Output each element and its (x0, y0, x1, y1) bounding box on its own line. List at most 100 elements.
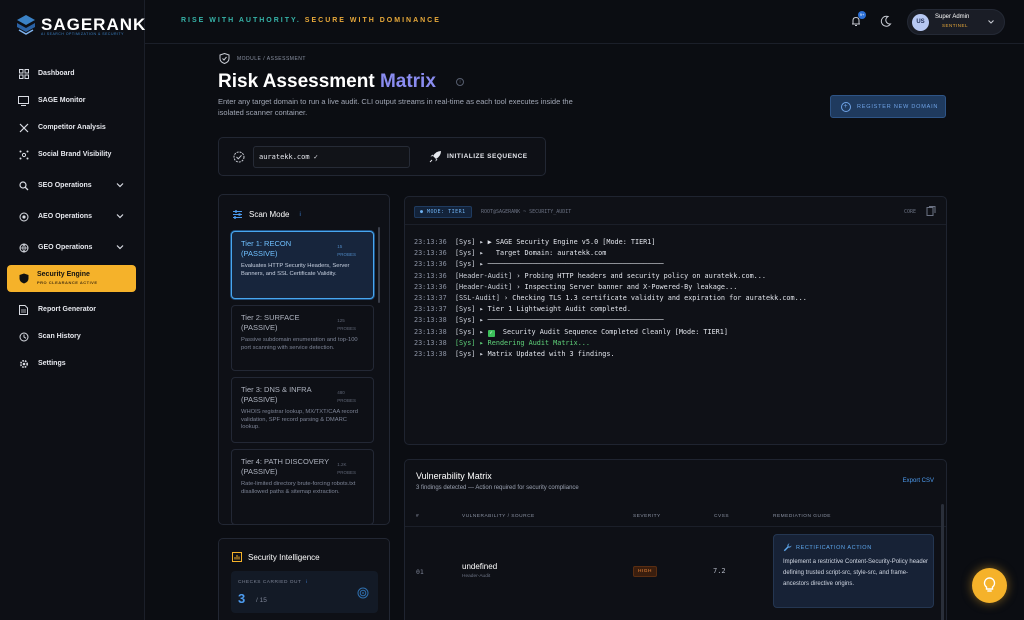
remediation-text: Implement a restrictive Content-Security… (783, 559, 929, 587)
log-message: Matrix Updated with 3 findings. (483, 350, 615, 359)
column-header-severity: SEVERITY (633, 514, 661, 519)
checks-total: / 15 (256, 597, 267, 604)
chevron-down-icon[interactable] (115, 242, 125, 252)
terminal-header: ● MODE: TIER1 ROOT@SAGERANK ~ SECURITY_A… (405, 197, 946, 225)
assistant-button[interactable] (972, 568, 1007, 603)
tagline-part-1: RISE WITH AUTHORITY. (181, 17, 305, 24)
sidebar-item-geo-operations[interactable]: GEO Operations (0, 234, 145, 261)
column-header-vulnerability: VULNERABILITY / SOURCE (462, 514, 535, 519)
tier-description: Evaluates HTTP Security Headers, Server … (241, 263, 350, 277)
vulnerability-name: undefined (462, 562, 498, 571)
remediation-title: RECTIFICATION ACTION (796, 544, 872, 551)
chevron-down-icon (988, 20, 994, 24)
log-timestamp: 23:13:36 (414, 271, 447, 280)
tier-description: Passive subdomain enumeration and top-10… (241, 337, 358, 351)
tier-probes-label: PROBES (337, 470, 356, 475)
log-timestamp: 23:13:36 (414, 282, 447, 291)
terminal-line: 23:13:36 [Sys] ▸ ▶ SAGE Security Engine … (414, 237, 807, 248)
tier-probes-count: 125 (337, 318, 345, 323)
security-intelligence-panel: Security Intelligence CHECKS CARRIED OUT… (218, 538, 390, 620)
sidebar-item-sage-monitor[interactable]: SAGE Monitor (0, 87, 145, 114)
log-source: [Sys] ▸ (454, 327, 484, 336)
log-timestamp: 23:13:38 (414, 327, 447, 336)
table-divider (405, 526, 946, 527)
severity-badge: HIGH (633, 566, 657, 577)
target-domain-input[interactable]: auratekk.com ✓ (253, 146, 410, 168)
terminal-panel: ● MODE: TIER1 ROOT@SAGERANK ~ SECURITY_A… (404, 196, 947, 445)
monitor-icon (18, 95, 29, 106)
log-message: › Probing HTTP headers and security poli… (512, 271, 766, 280)
chevron-down-icon[interactable] (115, 180, 125, 190)
tier-description: Rate-limited directory brute-forcing rob… (241, 481, 356, 495)
tier-option-dns-infra[interactable]: Tier 3: DNS & INFRA (PASSIVE) 480 PROBES … (231, 377, 374, 443)
initialize-sequence-button[interactable]: INITIALIZE SEQUENCE (429, 150, 528, 163)
verified-badge-icon (233, 151, 245, 163)
sidebar-item-aeo-operations[interactable]: AEO Operations (0, 203, 145, 230)
sidebar-item-security-engine[interactable]: Security Engine PRO CLEARANCE ACTIVE (7, 265, 136, 292)
sidebar-item-scan-history[interactable]: Scan History (0, 323, 145, 350)
target-icon (357, 587, 369, 599)
column-header-cvss: CVSS (714, 514, 730, 519)
clear-log-icon[interactable] (926, 206, 936, 216)
tier-option-recon[interactable]: Tier 1: RECON (PASSIVE) 15 PROBES Evaluat… (231, 231, 374, 299)
log-timestamp: 23:13:36 (414, 260, 447, 269)
vulnerability-source: Header-Audit (462, 574, 491, 579)
log-source: [Sys] ▸ (454, 316, 484, 325)
sidebar-item-seo-operations[interactable]: SEO Operations (0, 172, 145, 199)
sidebar-item-social-brand[interactable]: Social Brand Visibility (0, 141, 145, 168)
sidebar-item-dashboard[interactable]: Dashboard (0, 60, 145, 87)
terminal-line: 23:13:37 [Sys] ▸ Tier 1 Lightweight Audi… (414, 304, 807, 315)
info-icon[interactable]: i (299, 212, 300, 218)
sagerank-logo-icon (17, 15, 35, 35)
sidebar-item-label: Competitor Analysis (38, 124, 106, 131)
terminal-line: 23:13:36 [Sys] ▸ ───────────────────────… (414, 259, 807, 270)
log-message: Rendering Audit Matrix... (483, 338, 590, 347)
log-message: Target Domain: auratekk.com (483, 249, 607, 258)
tier-option-path-discovery[interactable]: Tier 4: PATH DISCOVERY (PASSIVE) 1.2K PRO… (231, 449, 374, 524)
target-icon (18, 211, 29, 222)
chevron-down-icon[interactable] (115, 211, 125, 221)
scrollbar[interactable] (941, 504, 944, 620)
scrollbar[interactable] (378, 227, 380, 303)
globe-icon (18, 242, 29, 253)
page-title-main: Risk Assessment (218, 71, 380, 92)
vulnerability-matrix-panel: Vulnerability Matrix 3 findings detected… (404, 459, 947, 620)
sidebar-item-label: Scan History (38, 333, 81, 340)
user-menu[interactable]: US Super Admin SENTINEL (907, 9, 1005, 35)
terminal-path: ROOT@SAGERANK ~ SECURITY_AUDIT (481, 209, 572, 215)
sidebar-item-label: AEO Operations (38, 213, 93, 220)
log-message: ▶ SAGE Security Engine v5.0 [Mode: TIER1… (483, 238, 656, 246)
tier-probes-count: 15 (337, 244, 343, 249)
register-domain-label: REGISTER NEW DOMAIN (857, 103, 939, 110)
sidebar-item-label: Security Engine (37, 271, 90, 278)
terminal-line: 23:13:37 [SSL-Audit] › Checking TLS 1.3 … (414, 293, 807, 304)
page-description: Enter any target domain to run a live au… (218, 97, 573, 117)
tier-probes: 480 PROBES (337, 389, 356, 405)
log-source: [SSL-Audit] (454, 294, 500, 303)
info-icon[interactable]: i (306, 580, 308, 585)
log-timestamp: 23:13:36 (414, 249, 447, 258)
moon-icon[interactable] (880, 15, 892, 27)
sidebar-item-report-generator[interactable]: Report Generator (0, 296, 145, 323)
sidebar-item-competitor-analysis[interactable]: Competitor Analysis (0, 114, 145, 141)
tier-option-surface[interactable]: Tier 2: SURFACE (PASSIVE) 125 PROBES Pass… (231, 305, 374, 371)
tagline-part-2: SECURE WITH DOMINANCE (304, 17, 441, 24)
tier-probes: 15 PROBES (337, 243, 356, 259)
tier-probes-label: PROBES (337, 326, 356, 331)
sidebar-item-label: Dashboard (38, 70, 75, 77)
tier-name: Tier 2: SURFACE (PASSIVE) (241, 313, 300, 332)
export-csv-link[interactable]: Export CSV (903, 478, 934, 484)
sidebar-item-settings[interactable]: Settings (0, 350, 145, 377)
scan-mode-title: Scan Mode (249, 210, 290, 219)
tier-probes: 125 PROBES (337, 317, 356, 333)
tier-probes-count: 480 (337, 390, 345, 395)
log-timestamp: 23:13:36 (414, 238, 447, 246)
register-domain-button[interactable]: + REGISTER NEW DOMAIN (830, 95, 946, 118)
sidebar-item-label: GEO Operations (38, 244, 93, 251)
vulnerability-matrix-title: Vulnerability Matrix (416, 471, 492, 481)
shield-icon (18, 273, 29, 284)
brand-tagline: AI SEARCH OPTIMIZATION & SECURITY (41, 32, 124, 36)
clearance-status: PRO CLEARANCE ACTIVE (37, 280, 98, 285)
plus-icon: + (841, 101, 851, 112)
info-icon[interactable]: i (456, 78, 464, 86)
